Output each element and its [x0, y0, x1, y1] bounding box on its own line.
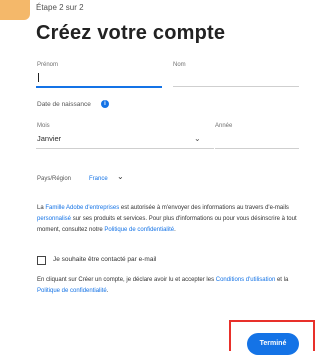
chevron-down-icon: ⌄ — [194, 134, 201, 143]
email-contact-label: Je souhaite être contacté par e-mail — [53, 256, 157, 263]
terms-of-use-link[interactable]: Conditions d'utilisation — [216, 277, 276, 283]
country-select[interactable]: France ⌄ — [88, 172, 132, 185]
last-name-label: Nom — [173, 62, 186, 68]
first-name-label: Prénom — [37, 62, 59, 68]
country-value: France — [89, 176, 108, 182]
month-label: Mois — [37, 123, 50, 129]
terms-text-part: En cliquant sur Créer un compte, je décl… — [37, 277, 216, 283]
privacy-policy-link[interactable]: Politique de confidentialité — [37, 288, 107, 294]
page-title: Créez votre compte — [36, 22, 226, 44]
month-underline — [36, 148, 214, 149]
info-icon[interactable]: i — [101, 100, 109, 108]
consent-text-part: est autorisée à m'envoyer des informatio… — [119, 205, 289, 211]
last-name-underline — [173, 86, 299, 87]
year-label: Année — [215, 123, 233, 129]
birthdate-label: Date de naissance — [37, 101, 91, 108]
chevron-down-icon: ⌄ — [117, 172, 124, 181]
last-name-field[interactable] — [173, 70, 299, 86]
consent-text-part: . — [174, 227, 176, 233]
text-caret — [38, 73, 39, 82]
consent-text: La Famille Adobe d'entreprises est autor… — [37, 203, 301, 236]
year-underline — [215, 148, 299, 149]
personalized-link[interactable]: personnalisé — [37, 216, 71, 222]
adobe-family-link[interactable]: Famille Adobe d'entreprises — [45, 205, 119, 211]
terms-text-part: . — [106, 288, 109, 294]
corner-decoration — [0, 0, 30, 20]
privacy-policy-link[interactable]: Politique de confidentialité — [104, 227, 174, 233]
year-field[interactable] — [215, 131, 299, 147]
submit-button[interactable]: Terminé — [247, 333, 299, 355]
step-indicator: Étape 2 sur 2 — [36, 3, 84, 12]
first-name-field[interactable] — [36, 70, 162, 86]
first-name-underline — [36, 86, 162, 88]
month-select[interactable]: Janvier ⌄ — [36, 131, 214, 147]
terms-text: En cliquant sur Créer un compte, je décl… — [37, 275, 301, 297]
email-contact-checkbox[interactable] — [37, 256, 46, 265]
terms-text-part: et la — [275, 277, 289, 283]
country-label: Pays/Région — [37, 176, 72, 182]
month-value: Janvier — [37, 134, 62, 143]
